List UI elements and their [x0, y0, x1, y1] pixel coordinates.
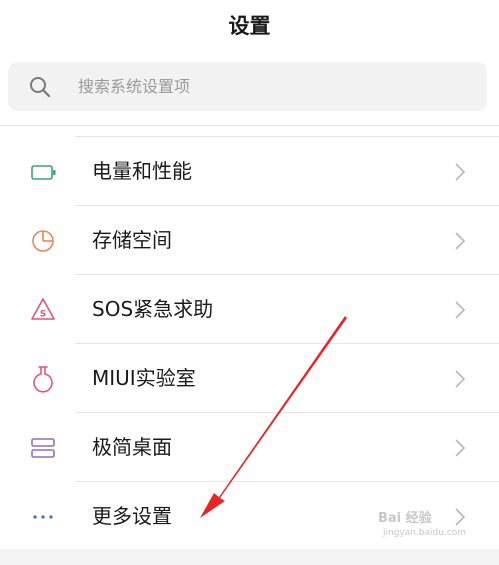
page-title: 设置: [228, 14, 271, 38]
pie-chart-icon: [32, 230, 54, 252]
settings-item-label: 极简桌面: [92, 435, 172, 459]
settings-item-label: MIUI实验室: [92, 366, 196, 390]
watermark-logo: Bai 经验: [378, 511, 432, 526]
chevron-right-icon: [455, 439, 466, 457]
settings-item-sos[interactable]: S SOS紧急求助: [0, 275, 499, 344]
more-dots-icon: [33, 515, 53, 519]
settings-item-label: 电量和性能: [92, 159, 192, 183]
settings-item-label: SOS紧急求助: [92, 297, 214, 321]
chevron-right-icon: [455, 508, 466, 526]
svg-text:S: S: [40, 310, 46, 320]
chevron-right-icon: [455, 301, 466, 319]
search-bar[interactable]: 搜索系统设置项: [8, 62, 487, 111]
settings-item-label: 存储空间: [92, 228, 172, 252]
settings-item-battery[interactable]: 电量和性能: [0, 137, 499, 206]
watermark-url: jingyan.baidu.com: [383, 528, 467, 538]
battery-icon: [31, 165, 56, 180]
search-placeholder: 搜索系统设置项: [78, 77, 191, 96]
settings-item-miui-lab[interactable]: MIUI实验室: [0, 344, 499, 413]
sos-warning-icon: S: [31, 298, 55, 320]
settings-item-storage[interactable]: 存储空间: [0, 206, 499, 275]
chevron-right-icon: [455, 232, 466, 250]
flask-icon: [33, 366, 53, 393]
section-gap: [0, 549, 499, 565]
divider: [0, 125, 499, 126]
chevron-right-icon: [455, 370, 466, 388]
search-icon: [30, 77, 51, 98]
layout-icon: [31, 438, 55, 458]
chevron-right-icon: [455, 163, 466, 181]
settings-item-label: 更多设置: [92, 504, 172, 528]
settings-item-minimal-desktop[interactable]: 极简桌面: [0, 413, 499, 482]
